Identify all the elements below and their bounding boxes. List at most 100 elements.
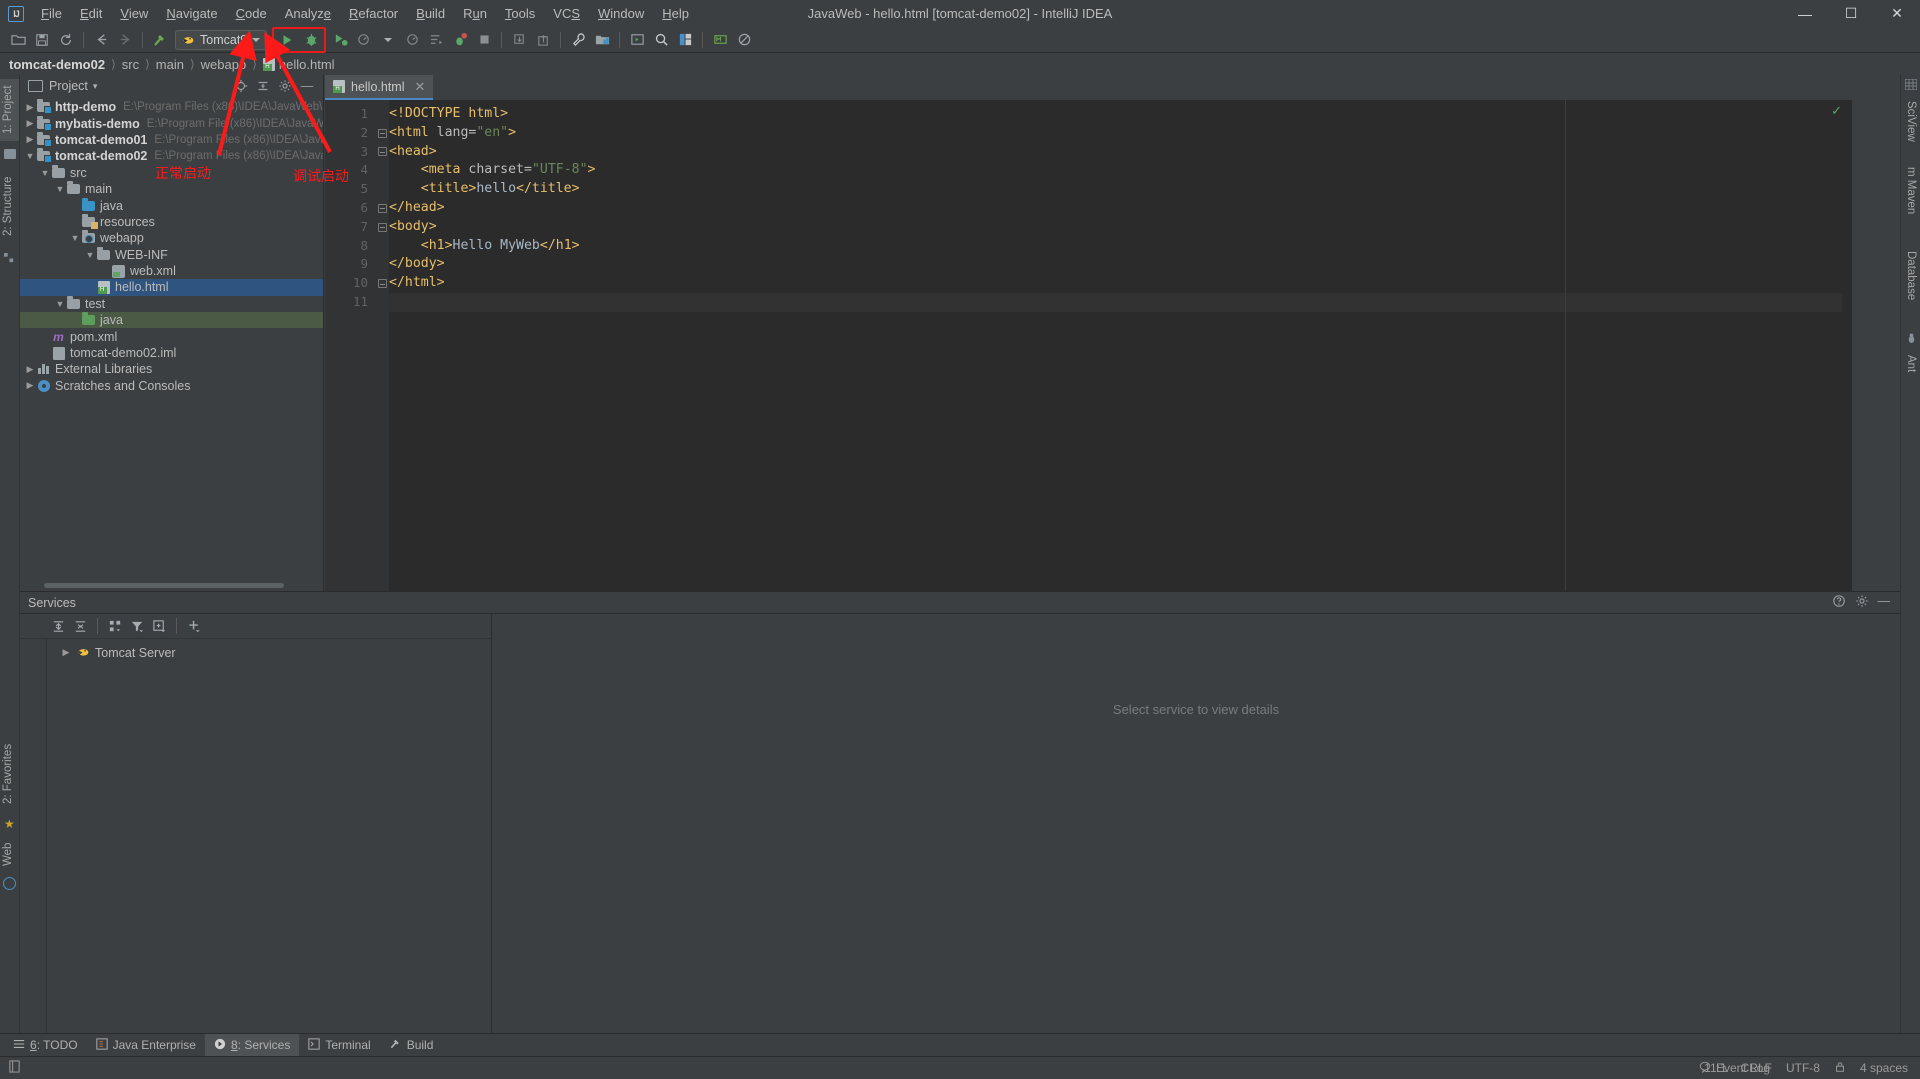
tool-window-terminal[interactable]: Terminal	[299, 1034, 379, 1057]
add-tab-icon[interactable]	[149, 616, 169, 636]
tree-node-webapp[interactable]: ▼webapp	[20, 230, 323, 246]
expand-arrow-icon[interactable]: ▼	[24, 151, 36, 161]
tree-node-main[interactable]: ▼main	[20, 181, 323, 197]
open-folder-icon[interactable]	[7, 29, 29, 51]
menu-help[interactable]: Help	[653, 2, 698, 25]
add-icon[interactable]	[184, 616, 204, 636]
services-tree[interactable]: ▶ Tomcat Server	[20, 639, 491, 661]
settings-wrench-icon[interactable]	[567, 29, 589, 51]
expand-arrow-icon[interactable]: ▶	[60, 647, 72, 658]
sidebar-item-database[interactable]: Database	[1900, 243, 1920, 309]
menu-run[interactable]: Run	[454, 2, 496, 25]
help-icon[interactable]	[1832, 594, 1846, 611]
tree-node-scratches-and-consoles[interactable]: ▶Scratches and Consoles	[20, 378, 323, 394]
tree-node-pom-xml[interactable]: mpom.xml	[20, 328, 323, 344]
menu-view[interactable]: View	[111, 2, 157, 25]
fold-marker[interactable]	[375, 124, 389, 143]
run-dashboard-icon[interactable]	[425, 29, 447, 51]
locate-icon[interactable]	[232, 77, 250, 95]
breadcrumb-item-3[interactable]: webapp	[201, 57, 247, 72]
sidebar-item-structure[interactable]: 2: Structure	[0, 167, 19, 245]
project-tree[interactable]: ▶http-demoE:\Program Files (x86)\IDEA\Ja…	[20, 97, 323, 591]
expand-arrow-icon[interactable]: ▼	[84, 250, 96, 260]
tree-node-web-inf[interactable]: ▼WEB-INF	[20, 247, 323, 263]
menu-navigate[interactable]: Navigate	[157, 2, 226, 25]
event-log-button[interactable]: Event Log	[1699, 1061, 1770, 1076]
minimize-button[interactable]: —	[1782, 0, 1828, 27]
lock-icon[interactable]	[1834, 1061, 1846, 1076]
update-project-icon[interactable]	[508, 29, 530, 51]
fold-marker[interactable]	[375, 199, 389, 218]
forward-icon[interactable]	[114, 29, 136, 51]
menu-vcs[interactable]: VCS	[544, 2, 589, 25]
stop-with-breakpoint-icon[interactable]	[449, 29, 471, 51]
breadcrumb-item-2[interactable]: main	[156, 57, 184, 72]
maximize-button[interactable]: ☐	[1828, 0, 1874, 27]
no-entry-icon[interactable]	[733, 29, 755, 51]
expand-arrow-icon[interactable]: ▼	[54, 184, 66, 194]
expand-arrow-icon[interactable]: ▼	[54, 299, 66, 309]
menu-refactor[interactable]: Refactor	[340, 2, 407, 25]
expand-arrow-icon[interactable]: ▶	[24, 380, 36, 391]
commit-icon[interactable]	[532, 29, 554, 51]
expand-arrow-icon[interactable]: ▶	[24, 118, 36, 129]
close-button[interactable]: ✕	[1874, 0, 1920, 27]
hide-panel-icon[interactable]: —	[1878, 594, 1891, 611]
tree-node-java[interactable]: java	[20, 312, 323, 328]
editor-code[interactable]: <!DOCTYPE html><html lang="en"><head> <m…	[389, 100, 1842, 591]
expand-arrow-icon[interactable]: ▶	[24, 134, 36, 145]
project-structure-icon[interactable]	[591, 29, 613, 51]
breadcrumb-item-0[interactable]: tomcat-demo02	[9, 57, 105, 72]
editor-fold-column[interactable]	[375, 100, 389, 591]
sidebar-item-favorites[interactable]: 2: Favorites	[0, 735, 19, 813]
tree-node-tomcat-demo02[interactable]: ▼tomcat-demo02E:\Program Files (x86)\IDE…	[20, 148, 323, 164]
save-all-icon[interactable]	[31, 29, 53, 51]
menu-build[interactable]: Build	[407, 2, 454, 25]
menu-code[interactable]: Code	[227, 2, 276, 25]
stop-icon[interactable]	[473, 29, 495, 51]
tool-window-todo[interactable]: 6: TODO	[4, 1034, 87, 1057]
tree-node-src[interactable]: ▼src	[20, 165, 323, 181]
sidebar-item-sciview[interactable]: SciView	[1900, 95, 1920, 147]
fold-marker[interactable]	[375, 218, 389, 237]
expand-arrow-icon[interactable]: ▼	[69, 233, 81, 243]
tree-node-tomcat-demo01[interactable]: ▶tomcat-demo01E:\Program Files (x86)\IDE…	[20, 132, 323, 148]
breadcrumb-item-4[interactable]: hello.html	[279, 57, 335, 72]
database-icon[interactable]	[674, 29, 696, 51]
search-icon[interactable]	[650, 29, 672, 51]
build-hammer-icon[interactable]	[149, 29, 171, 51]
run-icon[interactable]	[276, 29, 298, 51]
inspection-status-icon[interactable]: ✓	[1831, 103, 1842, 119]
sync-icon[interactable]	[55, 29, 77, 51]
settings-gear-icon[interactable]	[276, 77, 294, 95]
expand-arrow-icon[interactable]: ▶	[24, 364, 36, 375]
terminal-run-icon[interactable]	[626, 29, 648, 51]
collapse-all-icon[interactable]	[254, 77, 272, 95]
tool-window-build[interactable]: Build	[380, 1034, 443, 1057]
tree-node-tomcat-demo02-iml[interactable]: tomcat-demo02.iml	[20, 345, 323, 361]
tree-node-http-demo[interactable]: ▶http-demoE:\Program Files (x86)\IDEA\Ja…	[20, 99, 323, 115]
collapse-all-icon[interactable]	[70, 616, 90, 636]
settings-gear-icon[interactable]	[1855, 594, 1869, 611]
tree-node-web-xml[interactable]: web.xml	[20, 263, 323, 279]
profile-dropdown-icon[interactable]	[377, 29, 399, 51]
markdown-preview-icon[interactable]	[709, 29, 731, 51]
project-horizontal-scrollbar[interactable]	[44, 583, 284, 588]
profile-icon[interactable]	[353, 29, 375, 51]
menu-edit[interactable]: Edit	[71, 2, 111, 25]
close-icon[interactable]: ✕	[415, 79, 426, 95]
chevron-down-icon[interactable]: ▾	[93, 81, 98, 92]
sidebar-item-ant[interactable]: Ant	[1900, 347, 1920, 381]
tree-node-resources[interactable]: resources	[20, 214, 323, 230]
run-configuration-selector[interactable]: Tomcat9	[175, 30, 267, 50]
tree-node-test[interactable]: ▼test	[20, 296, 323, 312]
back-icon[interactable]	[90, 29, 112, 51]
breadcrumb-item-1[interactable]: src	[122, 57, 139, 72]
indent-setting[interactable]: 4 spaces	[1860, 1061, 1908, 1075]
toggle-sidebar-icon[interactable]	[8, 1060, 21, 1076]
hide-panel-icon[interactable]: —	[298, 77, 316, 95]
tree-node-mybatis-demo[interactable]: ▶mybatis-demoE:\Program File (x86)\IDEA\…	[20, 115, 323, 131]
tree-node-java[interactable]: java	[20, 197, 323, 213]
expand-arrow-icon[interactable]: ▶	[24, 102, 36, 113]
menu-tools[interactable]: Tools	[496, 2, 544, 25]
